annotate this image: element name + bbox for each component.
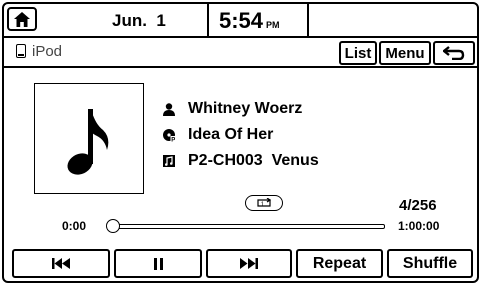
menu-button[interactable]: Menu [379,41,431,65]
home-icon [14,11,30,27]
divider [207,4,209,36]
album-row: P Idea Of Her [162,125,273,145]
total-time: 1:00:00 [398,219,440,233]
next-track-button[interactable] [206,249,292,278]
shuffle-button[interactable]: Shuffle [387,249,473,278]
home-button[interactable] [7,7,37,31]
progress-bar[interactable] [112,224,385,229]
repeat-indicator: 1 [245,195,283,211]
source-bar: iPod List Menu [4,38,477,68]
song-row: P2-CH003 Venus [162,151,319,171]
clock-time: 5:54 [219,8,264,33]
elapsed-time: 0:00 [62,219,87,233]
next-track-icon [240,258,258,269]
ipod-icon [16,44,26,58]
svg-text:P: P [171,137,175,141]
artist-row: Whitney Woerz [162,99,302,119]
previous-track-icon [52,258,70,269]
music-note-icon [67,109,109,175]
svg-text:1: 1 [261,202,265,208]
previous-track-button[interactable] [12,249,110,278]
track-count: 4/256 [399,197,437,214]
disc-icon: P [162,128,176,142]
audio-screen: Jun. 1 5:54 PM iPod List Menu Whitney Wo… [2,2,479,283]
clock-display: 5:54 PM [219,8,280,34]
repeat-icon: 1 [257,198,272,208]
divider [307,4,309,36]
status-bar: Jun. 1 5:54 PM [4,4,477,38]
pause-icon [153,257,163,270]
album-name: Idea Of Her [188,126,274,143]
date-display: Jun. 1 [112,11,166,30]
pause-button[interactable] [114,249,202,278]
back-button[interactable] [433,41,475,65]
artist-name: Whitney Woerz [188,100,303,117]
progress-handle[interactable] [106,219,120,233]
repeat-button[interactable]: Repeat [296,249,383,278]
song-icon [163,155,175,167]
clock-ampm: PM [266,20,280,30]
list-button[interactable]: List [339,41,377,65]
back-icon [443,46,465,60]
source-label: iPod [32,43,63,60]
album-art [34,83,144,194]
song-title: P2-CH003 Venus [188,152,319,169]
person-icon [163,102,175,116]
